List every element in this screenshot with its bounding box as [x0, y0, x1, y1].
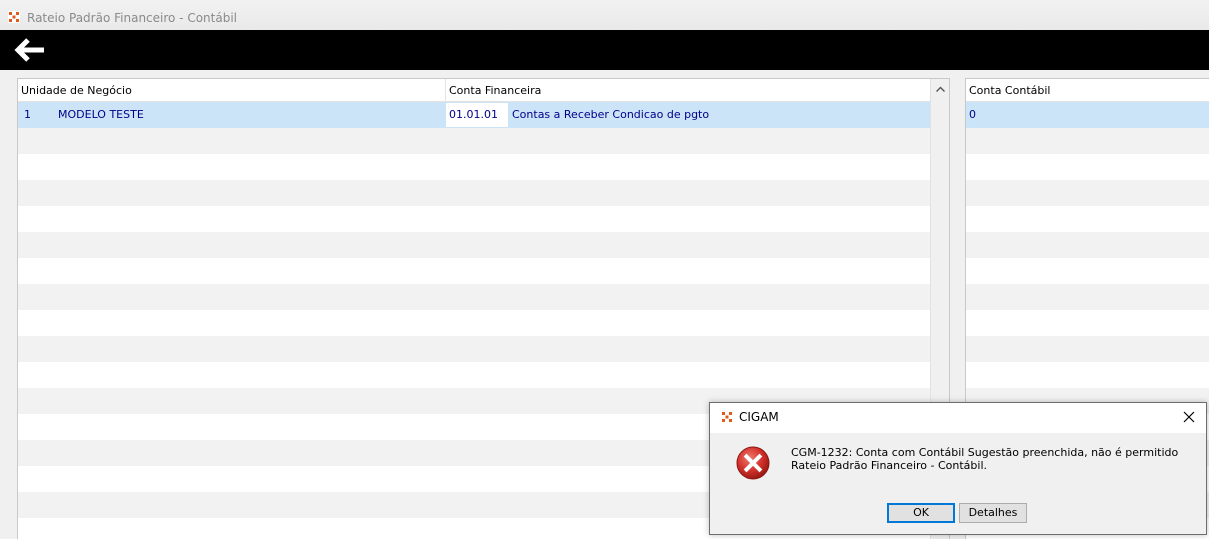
dialog-title: CIGAM [739, 410, 779, 424]
grid-header: Unidade de Negócio Conta Financeira [18, 79, 930, 102]
table-row[interactable] [18, 128, 930, 154]
dialog-message: CGM-1232: Conta com Contábil Sugestão pr… [791, 446, 1179, 472]
conta-desc-cell[interactable]: Contas a Receber Condicao de pgto [512, 102, 709, 128]
window-title: Rateio Padrão Financeiro - Contábil [27, 11, 237, 25]
conta-contabil-cell[interactable]: 0 [969, 102, 976, 128]
arrow-left-icon[interactable] [14, 37, 48, 63]
table-row[interactable] [18, 362, 930, 388]
grid-header: Conta Contábil [966, 79, 1209, 102]
table-row[interactable]: 0 [966, 102, 1209, 128]
chevron-up-icon [936, 86, 945, 92]
scroll-up-button[interactable] [931, 79, 949, 99]
table-row[interactable] [966, 258, 1209, 284]
close-icon[interactable] [1178, 407, 1200, 427]
column-header-unidade[interactable]: Unidade de Negócio [18, 79, 446, 101]
table-row[interactable] [18, 232, 930, 258]
table-row[interactable] [966, 154, 1209, 180]
table-row[interactable] [966, 310, 1209, 336]
conta-code-cell[interactable]: 01.01.01 [446, 103, 508, 127]
table-row[interactable] [966, 232, 1209, 258]
table-row[interactable] [18, 180, 930, 206]
error-icon [736, 446, 770, 480]
toolbar [0, 30, 1209, 70]
table-row[interactable] [18, 310, 930, 336]
column-header-conta-contabil[interactable]: Conta Contábil [966, 79, 1209, 101]
table-row[interactable] [966, 284, 1209, 310]
table-row[interactable] [18, 206, 930, 232]
table-row[interactable] [18, 284, 930, 310]
unidade-code-cell[interactable]: 1 [24, 102, 31, 128]
table-row[interactable] [18, 258, 930, 284]
window-titlebar: Rateio Padrão Financeiro - Contábil [0, 0, 1209, 30]
table-row[interactable] [966, 180, 1209, 206]
ok-button[interactable]: OK [887, 503, 955, 523]
table-row[interactable] [966, 206, 1209, 232]
error-dialog: CIGAM CGM-1232: Conta com Contábil Suges… [709, 402, 1207, 535]
table-row[interactable] [18, 154, 930, 180]
table-row[interactable]: 1 MODELO TESTE 01.01.01 Contas a Receber… [18, 102, 930, 128]
details-button[interactable]: Detalhes [959, 503, 1027, 523]
column-header-conta-financeira[interactable]: Conta Financeira [446, 79, 930, 101]
table-row[interactable] [966, 128, 1209, 154]
dialog-body: CGM-1232: Conta com Contábil Sugestão pr… [710, 433, 1206, 534]
cigam-app-icon [8, 11, 20, 23]
table-row[interactable] [966, 336, 1209, 362]
table-row[interactable] [966, 362, 1209, 388]
cigam-app-icon [721, 411, 733, 423]
table-row[interactable] [18, 336, 930, 362]
unidade-name-cell[interactable]: MODELO TESTE [58, 102, 144, 128]
